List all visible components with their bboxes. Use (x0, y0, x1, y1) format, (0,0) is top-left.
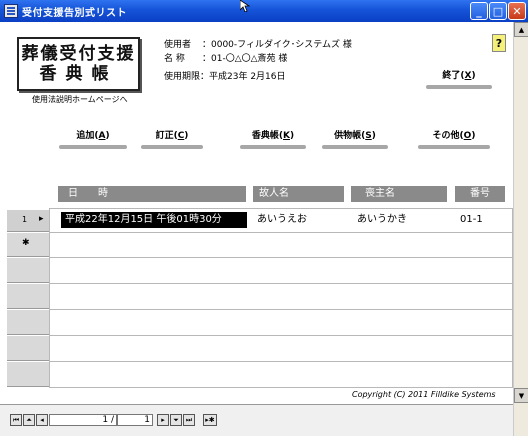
other-end: ) (471, 131, 476, 141)
user-info: 使用者 ：0000-フィルダイク･システムズ 様 名 称 ：01-〇△〇△斎苑 … (164, 38, 352, 84)
scroll-down-icon[interactable]: ▼ (514, 388, 528, 403)
scroll-up-icon[interactable]: ▲ (514, 22, 528, 37)
add-button[interactable]: 追加(A) (59, 130, 127, 149)
row-number: 1 (22, 215, 28, 224)
prev-page-icon[interactable]: ⏶ (23, 414, 35, 426)
header-chief-mourner[interactable]: 喪主名 (351, 186, 447, 202)
name-value: ：01-〇△〇△斎苑 様 (202, 54, 288, 64)
other-button[interactable]: その他(O) (418, 130, 490, 149)
window-title: 受付支援告別式リスト (22, 7, 127, 19)
mouse-cursor-icon (240, 0, 250, 12)
add-text: 追加( (76, 131, 99, 141)
copyright: Copyright (C) 2011 Filldike Systems (352, 390, 496, 399)
offering-end: ) (371, 131, 376, 141)
homepage-link[interactable]: 使用法説明ホームページへ (32, 94, 128, 105)
last-record-icon[interactable]: ⏭ (183, 414, 195, 426)
exit-end: ) (471, 71, 476, 81)
next-record-icon[interactable]: ▸ (157, 414, 169, 426)
exit-button[interactable]: 終了(X) (426, 70, 492, 89)
cell-number[interactable]: 01-1 (460, 212, 483, 228)
add-end: ) (105, 131, 110, 141)
row-header-empty[interactable] (7, 283, 49, 309)
add-bar (59, 145, 127, 149)
cell-chief-mourner[interactable]: あいうかき (357, 212, 407, 228)
koden-key: K (283, 131, 290, 141)
cell-deceased[interactable]: あいうえお (257, 212, 307, 228)
help-button[interactable]: ? (492, 34, 506, 52)
logo-line-2: 香典帳 (39, 64, 118, 84)
row-header-empty[interactable] (7, 335, 49, 361)
exit-bar (426, 85, 492, 89)
grid-line (49, 361, 513, 362)
grid-line (49, 387, 513, 388)
user-label: 使用者 (164, 40, 192, 50)
user-value: ：0000-フィルダイク･システムズ 様 (202, 40, 352, 50)
app-icon[interactable] (4, 4, 18, 18)
current-row-marker-icon: ▸ (39, 214, 44, 224)
next-page-icon[interactable]: ⏷ (170, 414, 182, 426)
prev-record-icon[interactable]: ◂ (36, 414, 48, 426)
new-record-icon[interactable]: ▸✱ (203, 414, 217, 426)
title-bar: 受付支援告別式リスト (0, 0, 528, 22)
grid-line (49, 232, 513, 233)
edit-bar (141, 145, 203, 149)
new-row-icon: ✱ (22, 238, 30, 248)
app-logo: 葬儀受付支援 香典帳 (17, 37, 140, 91)
total-records-field: 1 (117, 414, 153, 426)
edit-text: 訂正( (155, 131, 178, 141)
name-label: 名 称 (164, 54, 185, 64)
row-header-new[interactable]: ✱ (7, 232, 49, 257)
close-button[interactable]: ✕ (508, 2, 526, 20)
grid-line (49, 257, 513, 258)
minimize-button[interactable]: _ (470, 2, 488, 20)
header-number[interactable]: 番号 (455, 186, 505, 202)
grid-line (49, 208, 513, 209)
expiry-date: 使用期限：平成23年 2月16日 (164, 72, 286, 82)
header-deceased[interactable]: 故人名 (253, 186, 344, 202)
koden-text: 香典帳( (251, 131, 283, 141)
vertical-scrollbar[interactable]: ▲ ▼ (513, 22, 528, 436)
row-header-empty[interactable] (7, 309, 49, 335)
row-header-empty[interactable] (7, 361, 49, 387)
edit-button[interactable]: 訂正(C) (141, 130, 203, 149)
offering-text: 供物帳( (334, 131, 366, 141)
row-header-empty[interactable] (7, 257, 49, 283)
cell-datetime[interactable]: 平成22年12月15日 午後01時30分 (61, 212, 247, 228)
first-record-icon[interactable]: ⏮ (10, 414, 22, 426)
exit-text: 終了( (442, 71, 465, 81)
offering-button[interactable]: 供物帳(S) (322, 130, 388, 149)
koden-button[interactable]: 香典帳(K) (240, 130, 306, 149)
current-record-field[interactable]: 1 / (49, 414, 117, 426)
grid-line (49, 309, 513, 310)
header-datetime[interactable]: 日 時 (58, 186, 246, 202)
grid-line (49, 335, 513, 336)
grid-line (49, 283, 513, 284)
maximize-button[interactable]: □ (489, 2, 507, 20)
record-navigator: ⏮ ⏶ ◂ 1 / 1 ▸ ⏷ ⏭ ▸✱ (0, 404, 513, 436)
logo-line-1: 葬儀受付支援 (21, 44, 136, 64)
other-text: その他( (432, 131, 464, 141)
row-header-1[interactable]: 1 ▸ (7, 209, 49, 232)
koden-end: ) (289, 131, 295, 141)
other-bar (418, 145, 490, 149)
edit-end: ) (184, 131, 189, 141)
koden-bar (240, 145, 306, 149)
offering-bar (322, 145, 388, 149)
grid-border (49, 208, 50, 388)
